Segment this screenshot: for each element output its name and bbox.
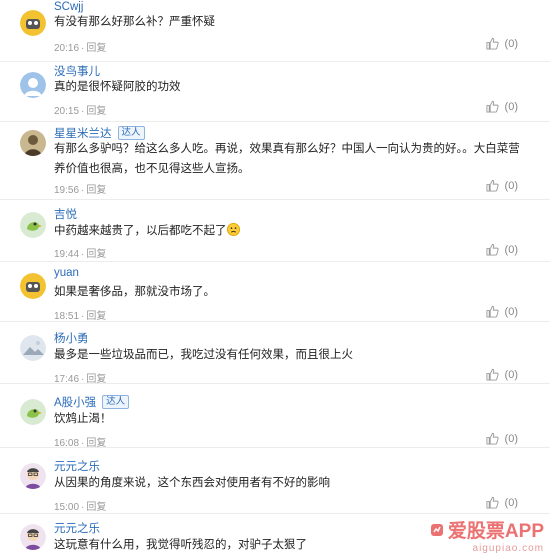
avatar[interactable] bbox=[20, 10, 46, 36]
like-button[interactable]: (0) bbox=[486, 305, 518, 318]
green-bird-icon bbox=[20, 399, 46, 425]
comment-text: 中药越来越贵了，以后都吃不起了 bbox=[54, 221, 514, 241]
cartoon-man-icon bbox=[20, 524, 46, 550]
reply-button[interactable]: 回复 bbox=[86, 249, 106, 260]
like-count: (0) bbox=[504, 496, 518, 509]
like-button[interactable]: (0) bbox=[486, 100, 518, 113]
expert-badge: 达人 bbox=[117, 126, 145, 140]
avatar[interactable] bbox=[20, 130, 46, 156]
avatar[interactable] bbox=[20, 335, 46, 361]
thumbs-up-icon bbox=[486, 432, 499, 445]
author-name[interactable]: 元元之乐 bbox=[54, 520, 100, 536]
comment-author[interactable]: 元元之乐 bbox=[54, 520, 100, 536]
like-count: (0) bbox=[504, 100, 518, 113]
reply-button[interactable]: 回复 bbox=[86, 311, 106, 322]
comment-meta: 15:00 · 回复 bbox=[54, 502, 107, 513]
comment-meta: 20:15 · 回复 bbox=[54, 106, 107, 117]
yellow-robot-icon bbox=[20, 10, 46, 36]
comment-time: 19:56 bbox=[54, 185, 80, 196]
author-name[interactable]: 元元之乐 bbox=[54, 458, 100, 474]
like-button[interactable]: (0) bbox=[486, 243, 518, 256]
comment-item: 没鸟事儿 真的是很怀疑阿胶的功效 20:15 · 回复 (0) bbox=[0, 62, 550, 122]
logo-icon bbox=[430, 523, 443, 536]
comment-text-content: 中药越来越贵了，以后都吃不起了 bbox=[54, 225, 227, 237]
green-bird-icon bbox=[20, 212, 46, 238]
watermark: 爱股票APP aigupiao.com bbox=[430, 516, 544, 554]
comment-meta: 16:08 · 回复 bbox=[54, 438, 107, 449]
comment-text: 有那么多驴吗？给这么多人吃。再说，效果真有那么好？中国人一向认为贵的好。。大白菜… bbox=[54, 143, 520, 175]
comment-author[interactable]: 吉悦 bbox=[54, 206, 77, 222]
avatar[interactable] bbox=[20, 72, 46, 98]
comment-time: 20:15 bbox=[54, 106, 80, 117]
like-count: (0) bbox=[504, 305, 518, 318]
comment-meta: 19:44 · 回复 bbox=[54, 249, 107, 260]
like-button[interactable]: (0) bbox=[486, 179, 518, 192]
author-name[interactable]: 杨小勇 bbox=[54, 330, 89, 346]
avatar[interactable] bbox=[20, 524, 46, 550]
author-name[interactable]: yuan bbox=[54, 267, 79, 279]
landscape-avatar-icon bbox=[20, 335, 46, 361]
portrait-avatar-icon bbox=[20, 130, 46, 156]
expert-badge: 达人 bbox=[102, 395, 130, 409]
avatar[interactable] bbox=[20, 212, 46, 238]
default-avatar-icon bbox=[20, 72, 46, 98]
watermark-title: 爱股票APP bbox=[430, 516, 544, 543]
comment-author[interactable]: 杨小勇 bbox=[54, 330, 89, 346]
avatar[interactable] bbox=[20, 463, 46, 489]
reply-button[interactable]: 回复 bbox=[86, 43, 106, 54]
avatar[interactable] bbox=[20, 399, 46, 425]
watermark-title-text: 爱股票APP bbox=[447, 521, 544, 542]
like-count: (0) bbox=[504, 243, 518, 256]
reply-button[interactable]: 回复 bbox=[86, 502, 106, 513]
comment-text: 最多是一些垃圾品而已，我吃过没有任何效果，而且很上火 bbox=[54, 349, 353, 361]
like-button[interactable]: (0) bbox=[486, 432, 518, 445]
comment-item: A股小强 达人 饮鸩止渴！ 16:08 · 回复 (0) bbox=[0, 384, 550, 449]
comment-author[interactable]: A股小强 达人 bbox=[54, 394, 130, 410]
reply-button[interactable]: 回复 bbox=[86, 106, 106, 117]
like-count: (0) bbox=[504, 432, 518, 445]
cartoon-man-icon bbox=[20, 463, 46, 489]
like-button[interactable]: (0) bbox=[486, 37, 518, 50]
comment-text: 有没有那么好那么补？严重怀疑 bbox=[54, 16, 215, 28]
author-name[interactable]: A股小强 bbox=[54, 394, 96, 410]
comment-time: 20:16 bbox=[54, 43, 80, 54]
comment-text: 如果是奢侈品，那就没市场了。 bbox=[54, 286, 215, 298]
comment-text: 饮鸩止渴！ bbox=[54, 413, 112, 425]
comment-meta: 18:51 · 回复 bbox=[54, 311, 107, 322]
thumbs-up-icon bbox=[486, 305, 499, 318]
comment-item: 吉悦 中药越来越贵了，以后都吃不起了 19:44 · 回复 (0) bbox=[0, 200, 550, 262]
like-count: (0) bbox=[504, 368, 518, 381]
comment-author[interactable]: 元元之乐 bbox=[54, 458, 100, 474]
comment-text: 从因果的角度来说，这个东西会对使用者有不好的影响 bbox=[54, 477, 330, 489]
comment-item: 杨小勇 最多是一些垃圾品而已，我吃过没有任何效果，而且很上火 17:46 · 回复 … bbox=[0, 322, 550, 385]
comment-text: 真的是很怀疑阿胶的功效 bbox=[54, 81, 181, 93]
author-name[interactable]: 吉悦 bbox=[54, 206, 77, 222]
avatar[interactable] bbox=[20, 273, 46, 299]
comment-meta: 17:46 · 回复 bbox=[54, 374, 107, 385]
thumbs-up-icon bbox=[486, 368, 499, 381]
thumbs-up-icon bbox=[486, 243, 499, 256]
comment-item: 元元之乐 从因果的角度来说，这个东西会对使用者有不好的影响 15:00 · 回复 (… bbox=[0, 448, 550, 514]
thumbs-up-icon bbox=[486, 496, 499, 509]
thumbs-up-icon bbox=[486, 37, 499, 50]
comment-item: yuan 如果是奢侈品，那就没市场了。 18:51 · 回复 (0) bbox=[0, 262, 550, 322]
comment-time: 19:44 bbox=[54, 249, 80, 260]
comment-item: SCwjj 有没有那么好那么补？严重怀疑 20:16 · 回复 (0) bbox=[0, 0, 550, 62]
sad-face-emoji-icon bbox=[226, 223, 240, 236]
reply-button[interactable]: 回复 bbox=[86, 185, 106, 196]
comment-time: 18:51 bbox=[54, 311, 80, 322]
like-button[interactable]: (0) bbox=[486, 368, 518, 381]
comment-time: 15:00 bbox=[54, 502, 80, 513]
comment-meta: 20:16 · 回复 bbox=[54, 43, 107, 54]
comment-author[interactable]: yuan bbox=[54, 267, 79, 279]
watermark-url: aigupiao.com bbox=[472, 543, 544, 554]
thumbs-up-icon bbox=[486, 179, 499, 192]
like-count: (0) bbox=[504, 179, 518, 192]
yellow-robot-icon bbox=[20, 273, 46, 299]
comment-item: 星星米兰达 达人 有那么多驴吗？给这么多人吃。再说，效果真有那么好？中国人一向认为… bbox=[0, 122, 550, 200]
like-count: (0) bbox=[504, 37, 518, 50]
like-button[interactable]: (0) bbox=[486, 496, 518, 509]
thumbs-up-icon bbox=[486, 100, 499, 113]
comment-meta: 19:56 · 回复 bbox=[54, 185, 107, 196]
